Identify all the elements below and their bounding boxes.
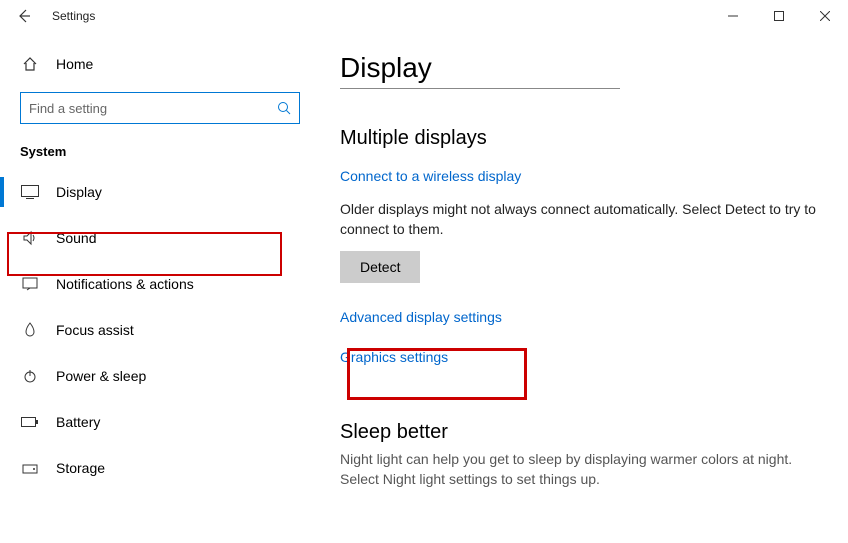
main-content: Display Multiple displays Connect to a w…: [320, 32, 848, 543]
storage-icon: [20, 460, 40, 476]
sidebar-item-notifications[interactable]: Notifications & actions: [0, 261, 320, 307]
search-box[interactable]: [20, 92, 300, 124]
sidebar: Home System Display Sound Notifica: [0, 32, 320, 543]
sidebar-item-label: Power & sleep: [56, 368, 146, 384]
back-button[interactable]: [12, 4, 36, 28]
detect-description: Older displays might not always connect …: [340, 200, 818, 239]
sidebar-item-storage[interactable]: Storage: [0, 445, 320, 491]
sidebar-item-sound[interactable]: Sound: [0, 215, 320, 261]
sidebar-item-focus-assist[interactable]: Focus assist: [0, 307, 320, 353]
sidebar-home[interactable]: Home: [0, 48, 320, 80]
page-title: Display: [340, 52, 818, 84]
title-underline: [340, 88, 620, 89]
power-icon: [20, 368, 40, 384]
minimize-button[interactable]: [710, 0, 756, 32]
titlebar: Settings: [0, 0, 848, 32]
maximize-button[interactable]: [756, 0, 802, 32]
sidebar-item-display[interactable]: Display: [0, 169, 320, 215]
sidebar-item-battery[interactable]: Battery: [0, 399, 320, 445]
window-controls: [710, 0, 848, 32]
sidebar-item-label: Display: [56, 184, 102, 200]
detect-button[interactable]: Detect: [340, 251, 420, 283]
sound-icon: [20, 230, 40, 246]
notifications-icon: [20, 276, 40, 292]
advanced-display-settings-link[interactable]: Advanced display settings: [340, 309, 502, 325]
sidebar-section-heading: System: [0, 140, 320, 169]
battery-icon: [20, 416, 40, 428]
search-icon: [277, 101, 291, 115]
window-title: Settings: [52, 9, 95, 23]
sidebar-item-label: Battery: [56, 414, 100, 430]
focus-assist-icon: [20, 322, 40, 338]
close-button[interactable]: [802, 0, 848, 32]
display-icon: [20, 185, 40, 199]
sidebar-item-label: Notifications & actions: [56, 276, 194, 292]
graphics-settings-link[interactable]: Graphics settings: [340, 349, 448, 365]
search-input[interactable]: [29, 101, 277, 116]
sidebar-home-label: Home: [56, 56, 93, 72]
home-icon: [20, 56, 40, 72]
connect-wireless-display-link[interactable]: Connect to a wireless display: [340, 168, 521, 184]
sidebar-item-power-sleep[interactable]: Power & sleep: [0, 353, 320, 399]
section-heading-multiple-displays: Multiple displays: [340, 127, 818, 150]
sleep-better-description: Night light can help you get to sleep by…: [340, 450, 818, 489]
sidebar-item-label: Storage: [56, 460, 105, 476]
section-heading-sleep-better: Sleep better: [340, 421, 818, 444]
sidebar-item-label: Focus assist: [56, 322, 134, 338]
sidebar-item-label: Sound: [56, 230, 96, 246]
